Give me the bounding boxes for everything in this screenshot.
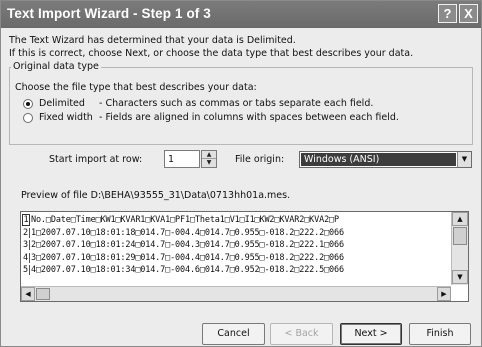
preview-row-text: No.□Date□Time□KW1□KVAR1□KVA1□PF1□Theta1□… [31, 215, 339, 225]
start-import-row-input[interactable]: 1 [164, 150, 200, 168]
preview-rows: 1 No.□Date□Time□KW1□KVAR1□KVA1□PF1□Theta1… [22, 214, 344, 277]
radio-delimited-description: - Characters such as commas or tabs sepa… [99, 98, 374, 109]
close-icon[interactable]: X [459, 4, 478, 23]
preview-row-text: 1□2007.07.10□18:01:18□014.7□-004.4□014.7… [31, 227, 344, 238]
vertical-scroll-thumb[interactable] [453, 227, 467, 245]
preview-row-number: 4 [22, 252, 30, 263]
scroll-down-icon[interactable]: ▼ [452, 270, 468, 284]
horizontal-scroll-thumb[interactable] [36, 288, 50, 300]
intro-text-line-2: If this is correct, choose Next, or choo… [9, 48, 414, 59]
preview-row-number: 1 [22, 214, 30, 226]
radio-delimited-label[interactable]: Delimited [39, 98, 85, 109]
preview-row-text: 3□2007.07.10□18:01:29□014.7□-004.4□014.7… [31, 252, 344, 263]
start-import-row-label: Start import at row: [49, 154, 143, 165]
finish-button[interactable]: Finish [409, 323, 471, 345]
preview-vertical-scrollbar[interactable]: ▲ ▼ [451, 212, 468, 285]
preview-row: 3 2□2007.07.10□18:01:24□014.7□-004.3□014.… [22, 239, 344, 252]
preview-row: 4 3□2007.07.10□18:01:29□014.7□-004.4□014.… [22, 252, 344, 265]
file-origin-value[interactable]: Windows (ANSI) [301, 153, 456, 166]
back-button[interactable]: < Back [270, 323, 333, 345]
dialog-title: Text Import Wizard - Step 1 of 3 [7, 6, 211, 21]
scroll-up-icon[interactable]: ▲ [452, 212, 468, 226]
preview-row-text: 2□2007.07.10□18:01:24□014.7□-004.3□014.7… [31, 240, 344, 250]
preview-row-text: 4□2007.07.10□18:01:34□014.7□-004.6□014.7… [31, 265, 344, 275]
file-type-prompt: Choose the file type that best describes… [15, 82, 257, 93]
radio-fixed-width-label[interactable]: Fixed width [39, 112, 93, 123]
preview-row: 2 1□2007.07.10□18:01:18□014.7□-004.4□014.… [22, 227, 344, 240]
scroll-right-icon[interactable]: ▶ [437, 287, 451, 301]
file-preview-pane[interactable]: 1 No.□Date□Time□KW1□KVAR1□KVA1□PF1□Theta1… [20, 211, 469, 302]
text-import-wizard-dialog: Text Import Wizard - Step 1 of 3 ? X The… [0, 0, 482, 347]
cancel-button[interactable]: Cancel [202, 323, 265, 345]
radio-delimited-indicator[interactable] [23, 99, 33, 109]
next-button[interactable]: Next > [340, 323, 402, 345]
title-bar[interactable]: Text Import Wizard - Step 1 of 3 ? X [1, 1, 481, 28]
chevron-down-icon[interactable]: ▼ [457, 152, 471, 167]
original-data-type-legend: Original data type [11, 61, 101, 72]
scroll-left-icon[interactable]: ◀ [21, 287, 35, 301]
radio-fixed-width-description: - Fields are aligned in columns with spa… [99, 112, 399, 123]
preview-row-number: 2 [22, 227, 30, 238]
file-origin-select[interactable]: Windows (ANSI) ▼ [299, 151, 472, 168]
stepper-down-icon[interactable]: ▼ [202, 159, 216, 167]
preview-row-number: 5 [22, 265, 30, 275]
intro-text-line-1: The Text Wizard has determined that your… [9, 35, 296, 46]
preview-horizontal-scrollbar[interactable]: ◀ ▶ [21, 286, 451, 301]
preview-row: 5 4□2007.07.10□18:01:34□014.7□-004.6□014.… [22, 264, 344, 277]
preview-file-label: Preview of file D:\BEHA\93555_31\Data\07… [21, 190, 291, 201]
file-origin-label: File origin: [235, 154, 285, 165]
start-import-row-stepper[interactable]: ▲ ▼ [201, 150, 217, 168]
preview-row: 1 No.□Date□Time□KW1□KVAR1□KVA1□PF1□Theta1… [22, 214, 344, 227]
preview-row-number: 3 [22, 240, 30, 250]
help-icon[interactable]: ? [438, 4, 457, 23]
stepper-up-icon[interactable]: ▲ [202, 151, 216, 159]
radio-fixed-width-indicator[interactable] [23, 113, 33, 123]
